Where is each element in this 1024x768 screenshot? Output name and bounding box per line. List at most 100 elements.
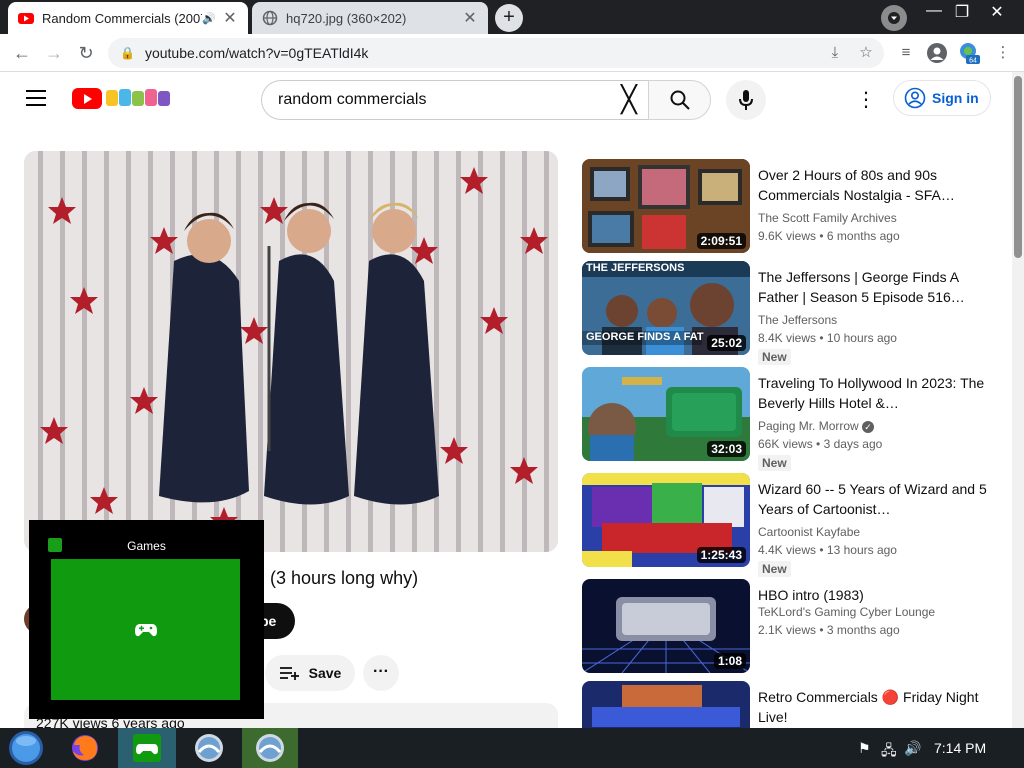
video-duration: 32:03: [707, 441, 746, 457]
tab-title: Random Commercials (2007): [42, 10, 203, 26]
taskbar-clock[interactable]: 7:14 PM: [934, 740, 986, 756]
video-duration: 1:25:43: [696, 547, 746, 563]
new-badge: New: [758, 455, 791, 471]
account-icon: [904, 87, 926, 109]
games-taskbar-icon: [133, 734, 161, 762]
back-icon[interactable]: ←: [8, 39, 36, 67]
close-tab-icon[interactable]: ✕: [462, 8, 478, 28]
playlist-add-icon: [279, 667, 299, 680]
voice-search-button[interactable]: [726, 80, 766, 120]
gamepad-icon: [134, 623, 157, 636]
more-options-icon[interactable]: ⋮: [856, 88, 876, 112]
browser-globe-icon: [256, 734, 284, 762]
minimize-icon[interactable]: —: [919, 2, 949, 20]
thumbnail-text: THE JEFFERSONS: [586, 262, 685, 274]
search-input[interactable]: random commercials: [261, 80, 649, 120]
taskbar-firefox[interactable]: [64, 728, 106, 768]
channel-name[interactable]: Cartoonist Kayfabe: [758, 525, 860, 539]
video-frame: [24, 151, 558, 552]
tab-search-button[interactable]: [881, 5, 907, 31]
sign-in-button[interactable]: Sign in: [893, 80, 991, 116]
games-window-title: Games: [127, 539, 166, 553]
search-button[interactable]: [648, 80, 711, 120]
recommendation-title[interactable]: HBO intro (1983): [758, 585, 988, 605]
new-badge: New: [758, 561, 791, 577]
verified-icon: ✓: [862, 421, 875, 433]
forward-icon[interactable]: →: [40, 39, 68, 67]
bookmark-star-icon[interactable]: ☆: [855, 42, 877, 64]
start-orb-icon: [9, 731, 43, 765]
youtube-logo[interactable]: [72, 88, 102, 109]
browser-menu-icon[interactable]: ⋮: [992, 42, 1014, 64]
video-duration: 25:02: [707, 335, 746, 351]
close-window-icon[interactable]: ✕: [982, 2, 1012, 22]
video-player[interactable]: [24, 151, 558, 552]
video-thumbnail[interactable]: 1:25:43: [582, 473, 750, 567]
media-queue-icon[interactable]: ≡: [895, 42, 917, 64]
youtube-icon: [18, 13, 34, 24]
recommendation-title[interactable]: Over 2 Hours of 80s and 90s Commercials …: [758, 165, 988, 205]
recommendation-title[interactable]: The Jeffersons | George Finds A Father |…: [758, 267, 988, 307]
recommendation-item[interactable]: THE JEFFERSONS GEORGE FINDS A FAT 25:02 …: [582, 261, 1002, 365]
clear-search-icon[interactable]: ╳: [614, 86, 644, 114]
taskbar-games[interactable]: [118, 728, 176, 768]
recommendation-title[interactable]: Traveling To Hollywood In 2023: The Beve…: [758, 373, 988, 413]
reload-icon[interactable]: ↻: [72, 39, 100, 67]
firefox-icon: [72, 735, 98, 761]
video-thumbnail[interactable]: 1:08: [582, 579, 750, 673]
speaker-icon[interactable]: 🔊: [202, 12, 216, 25]
recommendation-item[interactable]: 2:09:51 Over 2 Hours of 80s and 90s Comm…: [582, 159, 1002, 255]
channel-name[interactable]: The Scott Family Archives: [758, 211, 897, 225]
scrollbar-thumb[interactable]: [1014, 76, 1022, 258]
video-duration: 2:09:51: [696, 233, 746, 249]
hamburger-menu-icon[interactable]: [26, 90, 46, 106]
video-thumbnail[interactable]: 32:03: [582, 367, 750, 461]
start-button[interactable]: [4, 728, 48, 768]
browser-toolbar: ← → ↻ 🔒 youtube.com/watch?v=0gTEATldI4k …: [0, 34, 1024, 72]
new-tab-button[interactable]: +: [495, 4, 523, 32]
video-meta: 66K views • 3 days ago: [758, 437, 883, 451]
thumbnail-subtext: GEORGE FINDS A FAT: [586, 331, 704, 343]
volume-icon[interactable]: 🔊: [904, 740, 921, 757]
tab-youtube[interactable]: Random Commercials (2007) 🔊 ✕: [8, 2, 248, 34]
recommendation-title[interactable]: Wizard 60 -- 5 Years of Wizard and 5 Yea…: [758, 479, 988, 519]
lock-icon[interactable]: 🔒: [120, 46, 135, 60]
video-meta: 9.6K views • 6 months ago: [758, 229, 900, 243]
video-thumbnail[interactable]: THE JEFFERSONS GEORGE FINDS A FAT 25:02: [582, 261, 750, 355]
games-content[interactable]: [51, 559, 240, 700]
search-icon: [670, 90, 690, 110]
channel-name[interactable]: Paging Mr. Morrow ✓: [758, 419, 875, 433]
tab-image[interactable]: hq720.jpg (360×202) ✕: [252, 2, 488, 34]
tab-title: hq720.jpg (360×202): [286, 10, 407, 26]
recommendation-item[interactable]: Retro Commercials 🔴 Friday Night Live!: [582, 681, 1002, 728]
youtube-doodle-logo[interactable]: [105, 86, 171, 110]
more-actions-button[interactable]: ···: [363, 655, 399, 691]
flag-icon[interactable]: ⚑: [858, 740, 871, 757]
restore-icon[interactable]: ❐: [947, 2, 977, 22]
network-icon[interactable]: 🖧: [881, 740, 897, 764]
taskbar-chrome-2[interactable]: [242, 728, 298, 768]
video-thumbnail[interactable]: 2:09:51: [582, 159, 750, 253]
globe-icon: [262, 10, 278, 26]
recommendation-item[interactable]: 1:25:43 Wizard 60 -- 5 Years of Wizard a…: [582, 473, 1002, 577]
channel-name[interactable]: The Jeffersons: [758, 313, 837, 327]
video-meta: 4.4K views • 13 hours ago: [758, 543, 897, 557]
profile-icon[interactable]: [926, 42, 948, 64]
recommendation-title[interactable]: Retro Commercials 🔴 Friday Night Live!: [758, 687, 988, 727]
video-meta: 2.1K views • 3 months ago: [758, 623, 900, 637]
save-button[interactable]: Save: [265, 655, 355, 691]
taskbar-chrome-1[interactable]: [186, 728, 232, 768]
channel-name[interactable]: TeKLord's Gaming Cyber Lounge: [758, 605, 935, 619]
save-label: Save: [308, 665, 342, 681]
svg-text:64: 64: [969, 58, 977, 65]
new-badge: New: [758, 349, 791, 365]
chevron-down-icon: [888, 12, 900, 24]
youtube-header: random commercials ╳ ⋮ Sign in: [0, 72, 1012, 128]
video-thumbnail[interactable]: [582, 681, 750, 728]
recommendation-item[interactable]: 1:08 HBO intro (1983) TeKLord's Gaming C…: [582, 579, 1002, 675]
close-tab-icon[interactable]: ✕: [222, 8, 238, 28]
address-bar[interactable]: 🔒 youtube.com/watch?v=0gTEATldI4k: [108, 38, 884, 68]
extension-icon[interactable]: 64: [958, 42, 980, 65]
recommendation-item[interactable]: 32:03 Traveling To Hollywood In 2023: Th…: [582, 367, 1002, 471]
install-icon[interactable]: ⤓: [824, 42, 846, 64]
